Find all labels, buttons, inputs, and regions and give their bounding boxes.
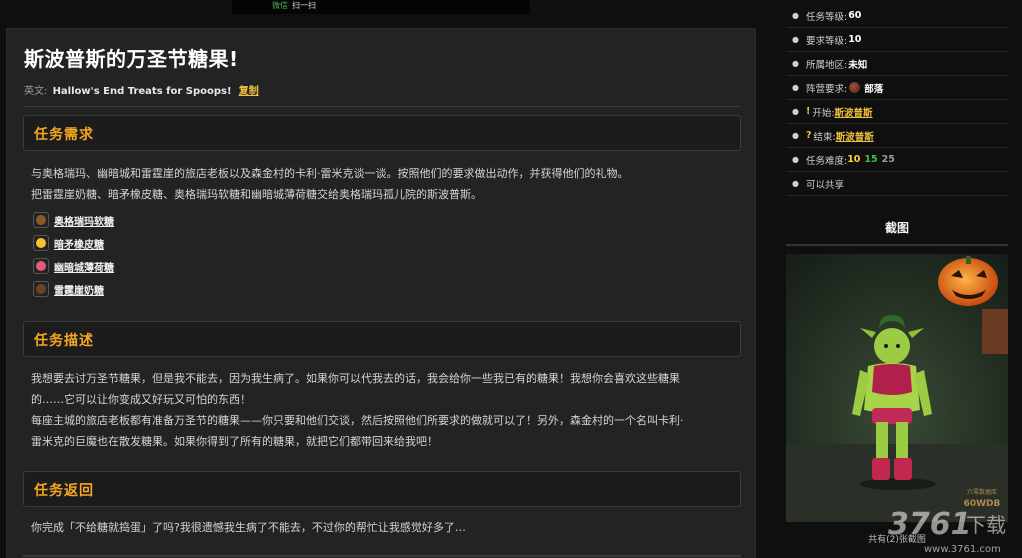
quest-panel: 斯波普斯的万圣节糖果! 英文: Hallow's End Treats for …: [6, 28, 756, 558]
start-npc-link[interactable]: 斯波普斯: [835, 105, 873, 119]
section-heading: 任务描述: [34, 333, 94, 349]
requirements-line-2: 把雷霆崖奶糖、暗矛橡皮糖、奥格瑞玛软糖和幽暗城薄荷糖交给奥格瑞玛孤儿院的斯波普斯…: [31, 188, 482, 201]
required-item[interactable]: 奥格瑞玛软糖: [33, 211, 114, 229]
info-label: 开始:: [812, 107, 835, 119]
item-link[interactable]: 幽暗城薄荷糖: [54, 259, 114, 274]
quest-screenshot[interactable]: 六零数据库 60WDB: [786, 254, 1008, 522]
candy-icon: [33, 212, 49, 228]
info-quest-start: ● ! 开始: 斯波普斯: [786, 100, 1008, 124]
english-label: 英文:: [24, 86, 48, 97]
english-name-row: 英文: Hallow's End Treats for Spoops! 复制: [24, 82, 259, 97]
info-label: 阵营要求:: [805, 83, 848, 95]
return-line-1: 你完成「不给糖就捣蛋」了吗?我很遗憾我生病了不能去，不过你的帮忙让我感觉好多了…: [31, 521, 466, 534]
quest-title: 斯波普斯的万圣节糖果!: [24, 47, 239, 71]
site-watermark-logo: 3761 下载 www.3761.com: [888, 507, 1006, 555]
info-shareable: ● 可以共享: [786, 172, 1008, 196]
quest-info-sidebar: ● 任务等级: 60 ● 要求等级: 10 ● 所属地区: 未知 ● 阵营要求:…: [786, 0, 1008, 558]
quest-end-icon: ?: [805, 130, 812, 141]
watermark-url: www.3761.com: [924, 544, 1001, 555]
quest-start-icon: !: [805, 106, 811, 117]
screenshots-heading: 截图: [884, 221, 909, 235]
screenshot-image: 六零数据库 60WDB: [786, 254, 1008, 522]
description-line-4: 雷米克的巨魔也在散发糖果。如果你得到了所有的糖果，就把它们都带回来给我吧！: [31, 435, 438, 448]
candy-icon: [33, 258, 49, 274]
english-name: Hallow's End Treats for Spoops!: [52, 86, 232, 97]
info-label: 结束:: [813, 131, 836, 143]
difficulty-yellow: 10: [847, 154, 861, 165]
section-description-header: 任务描述: [23, 321, 741, 357]
required-item[interactable]: 幽暗城薄荷糖: [33, 257, 114, 275]
info-zone: ● 所属地区: 未知: [786, 52, 1008, 76]
section-heading: 任务需求: [34, 127, 94, 143]
required-item[interactable]: 雷霆崖奶糖: [33, 280, 104, 298]
info-quest-level: ● 任务等级: 60: [786, 4, 1008, 28]
bullet-icon: ●: [792, 131, 799, 140]
next-section-edge: [23, 555, 741, 557]
description-line-2: 的……它可以让你变成又好玩又可怕的东西！: [31, 393, 251, 406]
section-return-header: 任务返回: [23, 471, 741, 507]
end-npc-link[interactable]: 斯波普斯: [836, 129, 874, 143]
wechat-label: 微信: [272, 1, 288, 10]
description-line-3: 每座主城的旅店老板都有准备万圣节的糖果——你只要和他们交谈，然后按照他们所要求的…: [31, 414, 684, 427]
info-label: 可以共享: [805, 179, 844, 191]
horde-icon: [849, 82, 861, 93]
bullet-icon: ●: [792, 83, 799, 92]
item-link[interactable]: 奥格瑞玛软糖: [54, 213, 114, 228]
watermark-brand: 3761: [888, 507, 972, 542]
description-line-1: 我想要去讨万圣节糖果，但是我不能去，因为我生病了。如果你可以代我去的话，我会给你…: [31, 372, 680, 385]
difficulty-grey: 25: [881, 154, 895, 165]
title-divider: [23, 106, 741, 107]
bullet-icon: ●: [792, 11, 799, 20]
bullet-icon: ●: [792, 155, 799, 164]
info-label: 任务等级:: [805, 11, 848, 23]
bullet-icon: ●: [792, 35, 799, 44]
top-banner: 微信 扫一扫: [232, 0, 530, 14]
requirements-line-1: 与奥格瑞玛、幽暗城和雷霆崖的旅店老板以及森金村的卡利·雷米克谈一谈。按照他们的要…: [31, 167, 629, 180]
section-heading: 任务返回: [34, 483, 94, 499]
bullet-icon: ●: [792, 107, 799, 116]
screenshot-watermark: 六零数据库: [967, 488, 997, 496]
info-label: 所属地区:: [805, 59, 848, 71]
bullet-icon: ●: [792, 179, 799, 188]
section-requirements-header: 任务需求: [23, 115, 741, 151]
info-list: ● 任务等级: 60 ● 要求等级: 10 ● 所属地区: 未知 ● 阵营要求:…: [786, 4, 1008, 196]
info-value: 部落: [864, 83, 884, 95]
required-item[interactable]: 暗矛橡皮糖: [33, 234, 104, 252]
scan-label: 扫一扫: [292, 1, 316, 10]
watermark-suffix: 下载: [966, 513, 1006, 537]
candy-icon: [33, 281, 49, 297]
bullet-icon: ●: [792, 59, 799, 68]
copy-link[interactable]: 复制: [239, 86, 259, 97]
info-label: 任务难度:: [805, 155, 848, 167]
info-faction: ● 阵营要求: 部落: [786, 76, 1008, 100]
info-value: 10: [848, 34, 862, 45]
candy-icon: [33, 235, 49, 251]
info-quest-end: ● ? 结束: 斯波普斯: [786, 124, 1008, 148]
info-label: 要求等级:: [805, 35, 848, 47]
item-link[interactable]: 雷霆崖奶糖: [54, 282, 104, 297]
info-difficulty: ● 任务难度: 10 15 25: [786, 148, 1008, 172]
info-value: 60: [848, 10, 862, 21]
screenshots-header: 截图: [786, 212, 1008, 246]
info-required-level: ● 要求等级: 10: [786, 28, 1008, 52]
difficulty-green: 15: [864, 154, 878, 165]
info-value: 未知: [848, 59, 868, 71]
item-link[interactable]: 暗矛橡皮糖: [54, 236, 104, 251]
